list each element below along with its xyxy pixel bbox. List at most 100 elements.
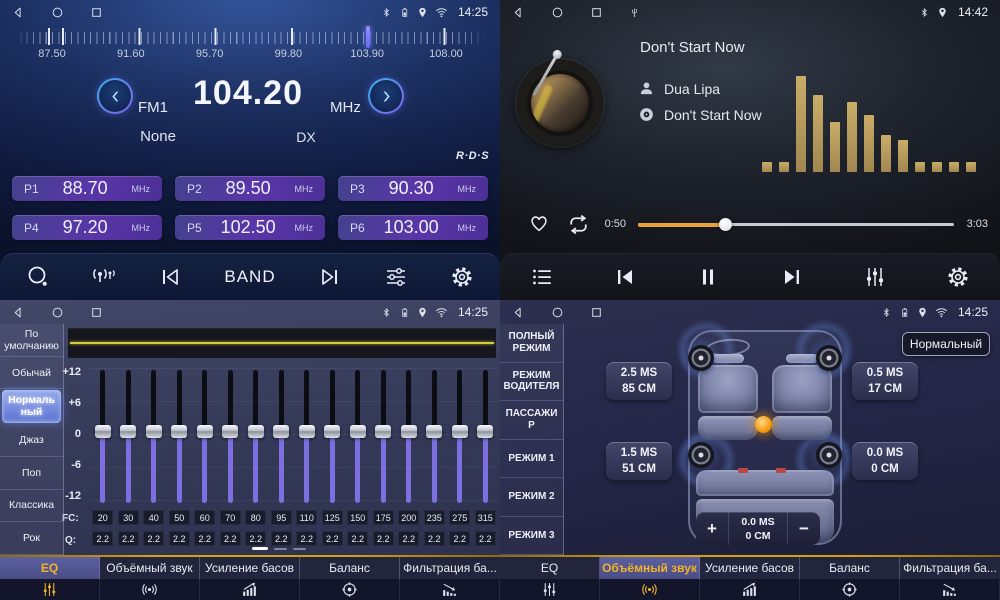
pause-icon[interactable] bbox=[696, 265, 720, 289]
eq-preset-item[interactable]: Нормальный bbox=[2, 390, 61, 423]
preset-button[interactable]: P1 88.70 MHz bbox=[12, 176, 162, 201]
eq-band-slider[interactable] bbox=[422, 368, 448, 503]
eq-scroll-indicator[interactable] bbox=[252, 547, 268, 550]
eq-band-slider[interactable] bbox=[243, 368, 269, 503]
rear-right-speaker[interactable] bbox=[816, 442, 842, 468]
tab-filter[interactable]: Фильтрация ба... bbox=[900, 557, 1000, 600]
dx-local-icon[interactable] bbox=[92, 265, 116, 289]
frequency-scale[interactable]: 87.5091.6095.7099.80103.90108.00 bbox=[0, 24, 500, 62]
eq-shortcut-icon[interactable] bbox=[863, 265, 887, 289]
front-left-speaker[interactable] bbox=[688, 345, 714, 371]
preset-button[interactable]: P5 102.50 MHz bbox=[175, 215, 325, 240]
delay-plus-button[interactable]: + bbox=[696, 512, 728, 545]
back-button[interactable] bbox=[12, 6, 25, 19]
favorite-heart-icon[interactable] bbox=[528, 212, 550, 234]
tab-surround[interactable]: Объёмный звук bbox=[100, 557, 200, 600]
repeat-icon[interactable] bbox=[566, 212, 591, 237]
front-right-speaker[interactable] bbox=[816, 345, 842, 371]
eq-preset-item[interactable]: Джаз bbox=[0, 424, 63, 457]
back-button[interactable] bbox=[512, 306, 525, 319]
tune-down-button[interactable] bbox=[97, 78, 133, 114]
preset-button[interactable]: P3 90.30 MHz bbox=[338, 176, 488, 201]
recents-button[interactable] bbox=[90, 306, 103, 319]
eq-band-slider[interactable] bbox=[167, 368, 193, 503]
home-button[interactable] bbox=[51, 6, 64, 19]
slider-knob[interactable] bbox=[477, 425, 493, 438]
settings-gear-icon[interactable] bbox=[946, 265, 970, 289]
listening-mode-item[interactable]: РЕЖИМ 3 bbox=[500, 517, 563, 556]
listening-mode-item[interactable]: ПАССАЖИР bbox=[500, 401, 563, 440]
eq-band-slider[interactable] bbox=[141, 368, 167, 503]
back-button[interactable] bbox=[12, 306, 25, 319]
tab-bass-boost[interactable]: Усиление басов bbox=[200, 557, 300, 600]
eq-band-slider[interactable] bbox=[396, 368, 422, 503]
rear-right-delay[interactable]: 0.0 MS 0 CM bbox=[852, 442, 918, 480]
profile-button[interactable]: Нормальный bbox=[902, 332, 990, 356]
eq-preset-item[interactable]: Поп bbox=[0, 457, 63, 490]
slider-knob[interactable] bbox=[95, 425, 111, 438]
preset-button[interactable]: P6 103.00 MHz bbox=[338, 215, 488, 240]
eq-band-slider[interactable] bbox=[473, 368, 499, 503]
rear-left-delay[interactable]: 1.5 MS 51 CM bbox=[606, 442, 672, 480]
slider-knob[interactable] bbox=[426, 425, 442, 438]
eq-band-slider[interactable] bbox=[294, 368, 320, 503]
seek-bar[interactable] bbox=[638, 223, 954, 226]
tab-filter[interactable]: Фильтрация ба... bbox=[400, 557, 500, 600]
next-track-icon[interactable] bbox=[780, 265, 804, 289]
tab-balance[interactable]: Баланс bbox=[800, 557, 900, 600]
playlist-icon[interactable] bbox=[530, 265, 554, 289]
eq-band-slider[interactable] bbox=[90, 368, 116, 503]
slider-knob[interactable] bbox=[273, 425, 289, 438]
scan-icon[interactable] bbox=[26, 265, 50, 289]
listening-mode-item[interactable]: РЕЖИМ ВОДИТЕЛЯ bbox=[500, 363, 563, 402]
eq-band-slider[interactable] bbox=[116, 368, 142, 503]
front-right-delay[interactable]: 0.5 MS 17 CM bbox=[852, 362, 918, 400]
eq-band-slider[interactable] bbox=[345, 368, 371, 503]
listening-position-dot[interactable] bbox=[755, 416, 772, 433]
listening-mode-item[interactable]: РЕЖИМ 1 bbox=[500, 440, 563, 479]
home-button[interactable] bbox=[551, 6, 564, 19]
slider-knob[interactable] bbox=[375, 425, 391, 438]
previous-track-icon[interactable] bbox=[613, 265, 637, 289]
slider-knob[interactable] bbox=[452, 425, 468, 438]
home-button[interactable] bbox=[51, 306, 64, 319]
previous-station-icon[interactable] bbox=[158, 265, 182, 289]
next-station-icon[interactable] bbox=[318, 265, 342, 289]
recents-button[interactable] bbox=[590, 6, 603, 19]
band-button[interactable]: BAND bbox=[224, 267, 275, 287]
tune-up-button[interactable] bbox=[368, 78, 404, 114]
eq-band-slider[interactable] bbox=[371, 368, 397, 503]
slider-knob[interactable] bbox=[120, 425, 136, 438]
rear-left-speaker[interactable] bbox=[688, 442, 714, 468]
slider-knob[interactable] bbox=[171, 425, 187, 438]
tab-eq[interactable]: EQ bbox=[0, 557, 100, 600]
tuning-indicator[interactable] bbox=[366, 26, 370, 48]
home-button[interactable] bbox=[551, 306, 564, 319]
recents-button[interactable] bbox=[590, 306, 603, 319]
eq-band-slider[interactable] bbox=[218, 368, 244, 503]
eq-band-slider[interactable] bbox=[320, 368, 346, 503]
tab-balance[interactable]: Баланс bbox=[300, 557, 400, 600]
eq-preset-item[interactable]: По умолчанию bbox=[0, 324, 63, 357]
slider-knob[interactable] bbox=[222, 425, 238, 438]
slider-knob[interactable] bbox=[146, 425, 162, 438]
eq-preset-item[interactable]: Рок bbox=[0, 522, 63, 555]
eq-preset-item[interactable]: Обычай bbox=[0, 357, 63, 390]
tab-surround[interactable]: Объёмный звук bbox=[600, 557, 700, 600]
slider-knob[interactable] bbox=[248, 425, 264, 438]
eq-band-slider[interactable] bbox=[192, 368, 218, 503]
slider-knob[interactable] bbox=[324, 425, 340, 438]
slider-knob[interactable] bbox=[350, 425, 366, 438]
seek-knob[interactable] bbox=[719, 218, 732, 231]
back-button[interactable] bbox=[512, 6, 525, 19]
tab-eq[interactable]: EQ bbox=[500, 557, 600, 600]
eq-shortcut-icon[interactable] bbox=[384, 265, 408, 289]
preset-button[interactable]: P2 89.50 MHz bbox=[175, 176, 325, 201]
listening-mode-item[interactable]: РЕЖИМ 2 bbox=[500, 478, 563, 517]
slider-knob[interactable] bbox=[299, 425, 315, 438]
settings-gear-icon[interactable] bbox=[450, 265, 474, 289]
slider-knob[interactable] bbox=[401, 425, 417, 438]
slider-knob[interactable] bbox=[197, 425, 213, 438]
preset-button[interactable]: P4 97.20 MHz bbox=[12, 215, 162, 240]
listening-mode-item[interactable]: ПОЛНЫЙ РЕЖИМ bbox=[500, 324, 563, 363]
